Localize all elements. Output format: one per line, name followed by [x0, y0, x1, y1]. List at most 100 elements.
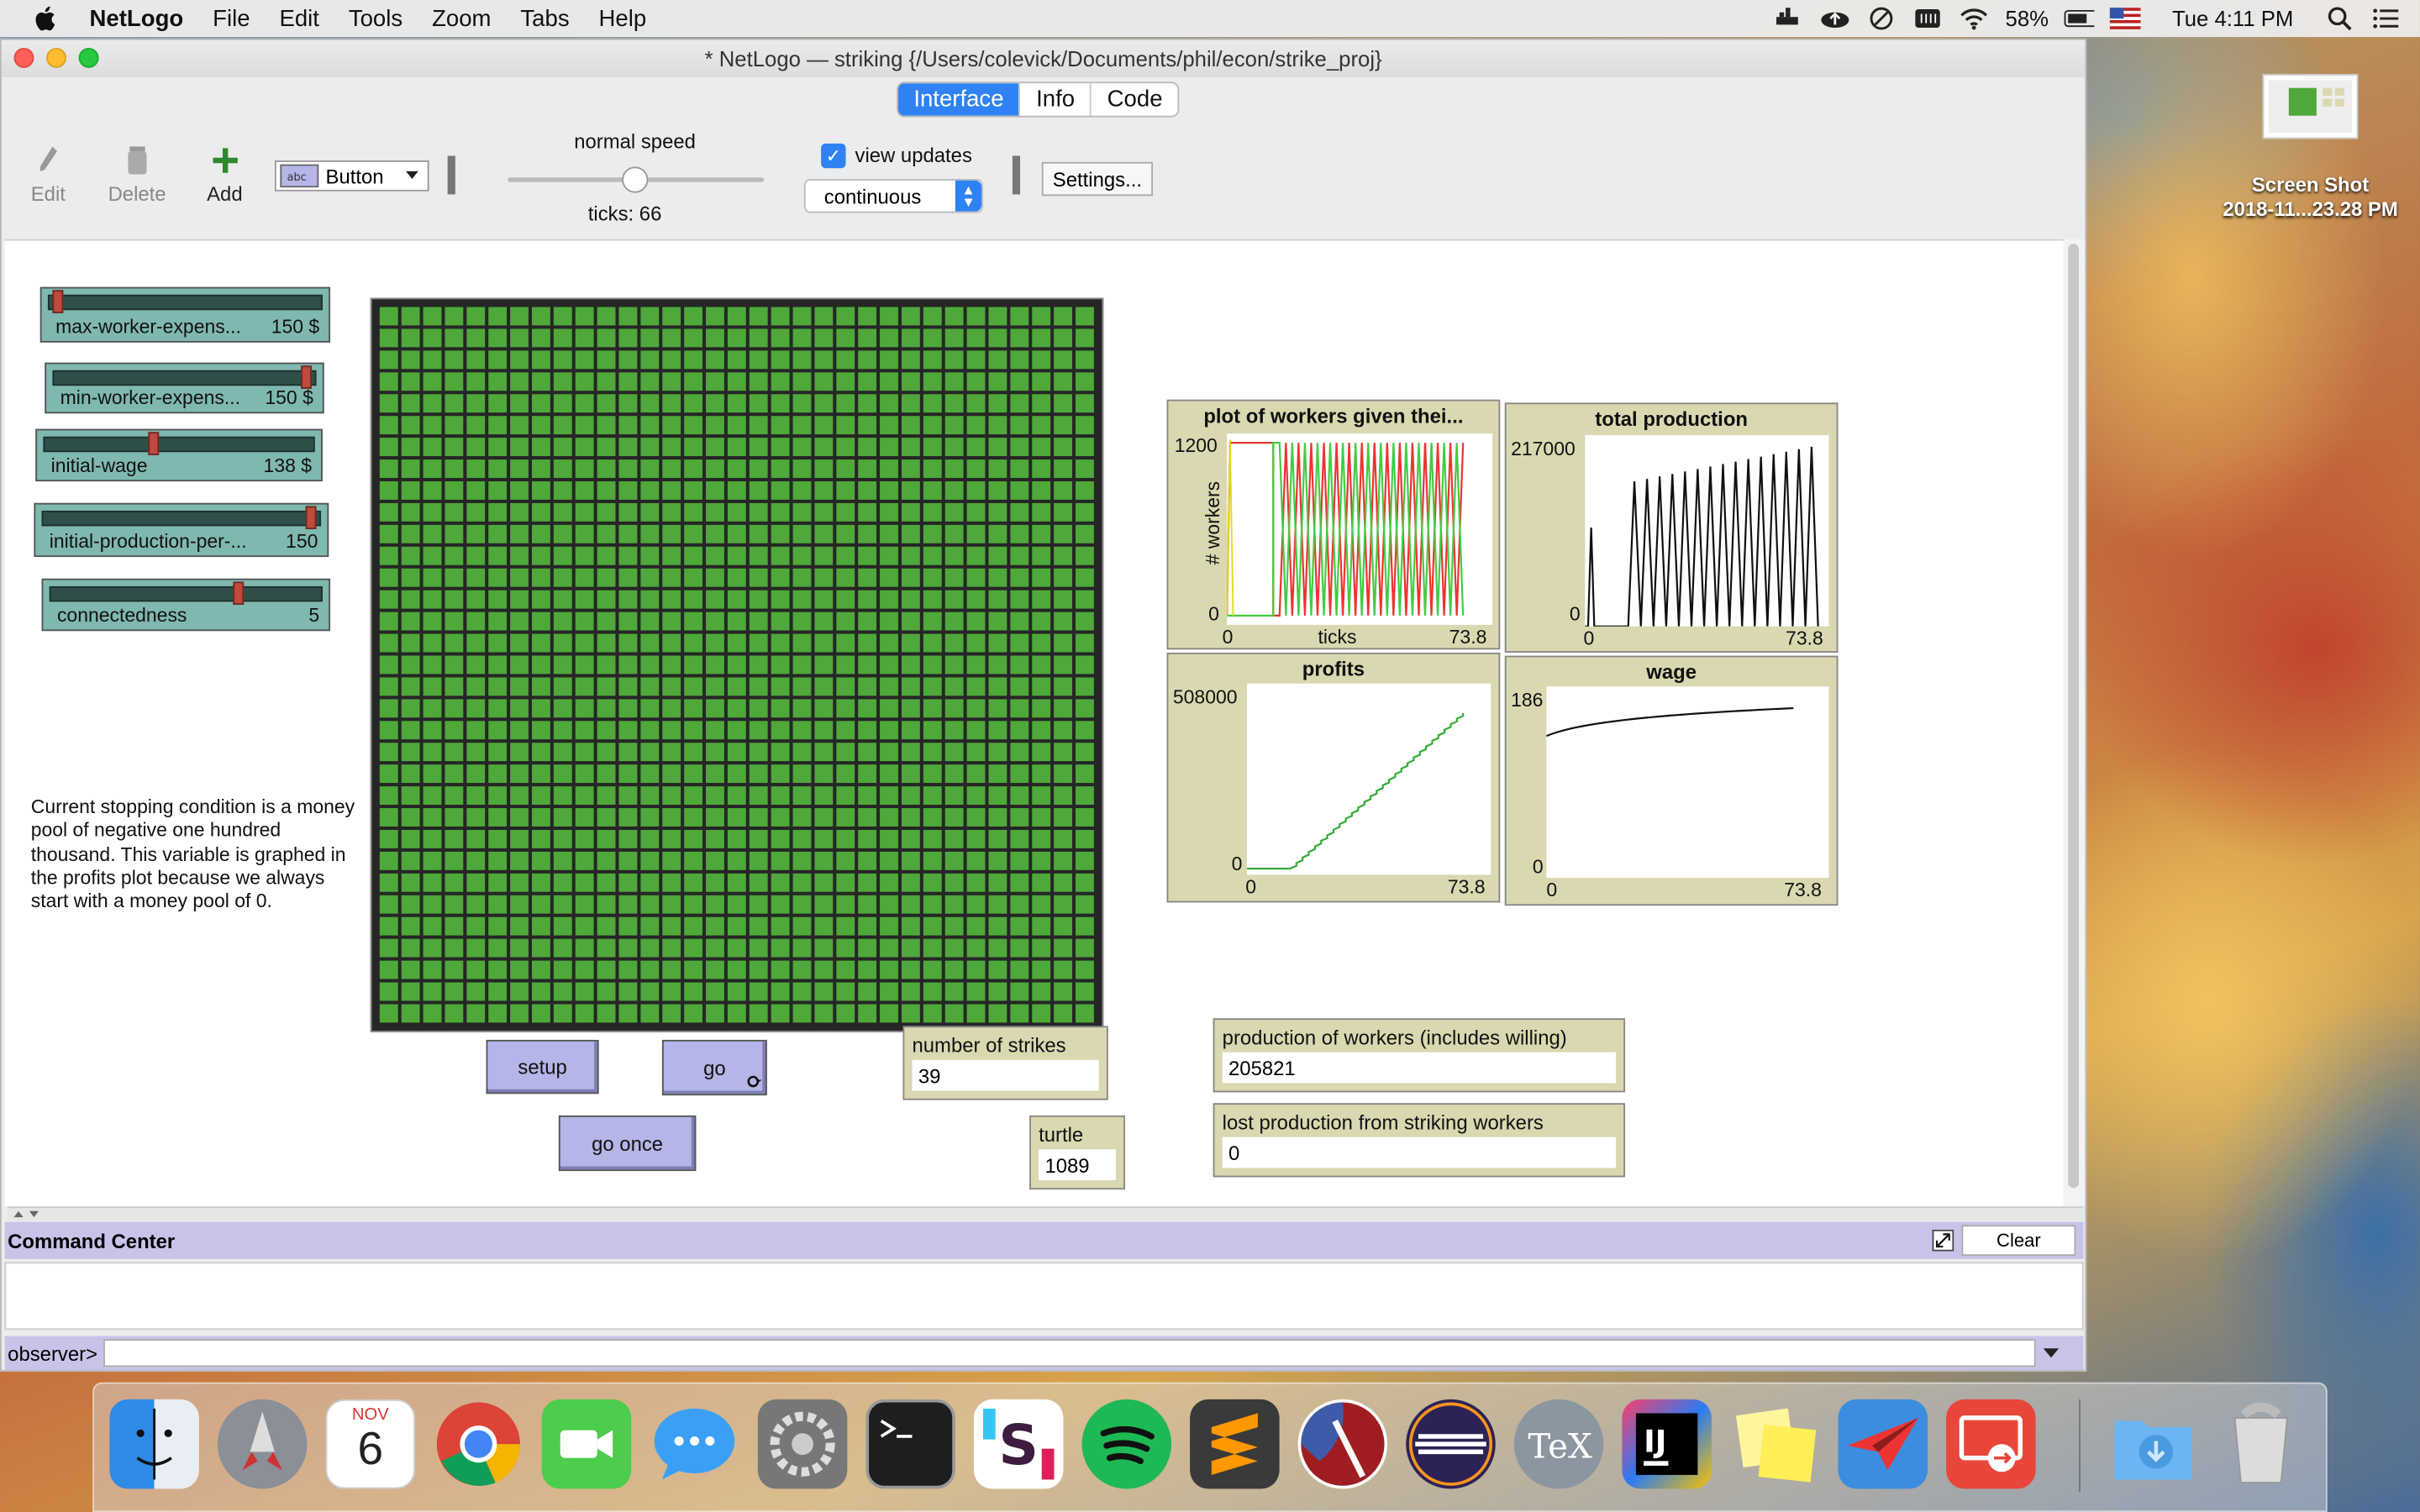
slider-knob[interactable]: [147, 432, 159, 455]
plot-workers[interactable]: plot of workers given thei... 1200 0 0 t…: [1166, 399, 1501, 650]
world-view[interactable]: [370, 297, 1104, 1032]
monitor-lost-production: lost production from striking workers 0: [1213, 1103, 1626, 1178]
tex-icon[interactable]: TeX: [1513, 1399, 1604, 1489]
slider-knob[interactable]: [304, 506, 316, 529]
downloads-folder-icon[interactable]: [2108, 1399, 2198, 1489]
clear-button[interactable]: Clear: [1961, 1225, 2076, 1257]
slider-knob[interactable]: [233, 581, 245, 605]
menu-tabs[interactable]: Tabs: [520, 5, 569, 31]
patch-grid: [379, 307, 1094, 1023]
ticks-counter: ticks: 66: [587, 202, 662, 226]
toolbar-separator: [447, 155, 455, 195]
view-updates-checkbox[interactable]: ✓: [821, 143, 846, 169]
slider-max-worker-expense[interactable]: max-worker-expens... 150 $: [39, 286, 331, 343]
close-window-button[interactable]: [13, 47, 34, 68]
messages-icon[interactable]: [650, 1399, 739, 1489]
launchpad-icon[interactable]: [217, 1399, 308, 1489]
calendar-icon[interactable]: NOV 6: [325, 1399, 416, 1489]
go-once-button[interactable]: go once: [558, 1115, 697, 1172]
pane-splitter[interactable]: [8, 1206, 2084, 1221]
screenshot-file-icon[interactable]: [2262, 74, 2359, 139]
trash-icon: [128, 146, 147, 175]
x-max-label: 73.8: [1447, 876, 1486, 898]
speed-label: normal speed: [574, 129, 696, 153]
history-dropdown-icon[interactable]: [2042, 1347, 2060, 1359]
wifi-icon[interactable]: [1959, 6, 1990, 30]
expand-icon[interactable]: [1932, 1229, 1954, 1252]
remote-desktop-icon[interactable]: [1946, 1399, 2036, 1489]
slider-knob[interactable]: [53, 290, 65, 313]
y-axis-label: # workers: [1202, 480, 1224, 565]
finder-icon[interactable]: [109, 1399, 199, 1489]
dock: NOV 6 S TeX IJ: [92, 1382, 2328, 1512]
chrome-icon[interactable]: [434, 1399, 523, 1489]
setup-button[interactable]: setup: [486, 1039, 599, 1095]
plot-total-production[interactable]: total production 217000 0 0 73.8: [1504, 402, 1839, 653]
go-button[interactable]: go: [661, 1039, 767, 1096]
racket-icon[interactable]: [1297, 1399, 1388, 1489]
vertical-scrollbar[interactable]: [2063, 239, 2086, 1207]
command-input[interactable]: [103, 1339, 2036, 1368]
system-preferences-icon[interactable]: [757, 1399, 848, 1489]
monitor-value: 1089: [1039, 1149, 1116, 1181]
forever-icon: [747, 1075, 761, 1088]
observer-prompt[interactable]: observer>: [8, 1341, 97, 1365]
window-titlebar[interactable]: * NetLogo — striking {/Users/colevick/Do…: [1, 39, 2086, 77]
paper-plane-icon[interactable]: [1838, 1399, 1928, 1489]
update-mode-select[interactable]: continuous ▲ ▼: [803, 179, 983, 213]
menu-zoom[interactable]: Zoom: [432, 5, 491, 31]
y-min-label: 0: [1569, 603, 1581, 625]
slider-connectedness[interactable]: connectedness 5: [41, 578, 331, 632]
y-min-label: 0: [1532, 856, 1544, 879]
slack-icon[interactable]: S: [973, 1399, 1064, 1489]
intellij-icon[interactable]: IJ: [1622, 1399, 1712, 1489]
menu-tools[interactable]: Tools: [349, 5, 402, 31]
monitor-value: 0: [1222, 1137, 1617, 1168]
screenshot-file-label[interactable]: Screen Shot 2018-11...23.28 PM: [2191, 173, 2420, 223]
sublime-text-icon[interactable]: [1190, 1399, 1280, 1489]
tab-code[interactable]: Code: [1090, 83, 1177, 116]
widget-type-select[interactable]: abc Button: [274, 160, 429, 192]
collapse-arrows-icon[interactable]: [11, 1208, 48, 1221]
slider-initial-wage[interactable]: initial-wage 138 $: [35, 428, 323, 482]
minimize-window-button[interactable]: [46, 47, 66, 68]
menu-help[interactable]: Help: [598, 5, 646, 31]
speed-slider-knob[interactable]: [622, 166, 649, 193]
menu-file[interactable]: File: [213, 5, 250, 31]
delete-button[interactable]: Delete: [108, 145, 166, 205]
command-center-header: Command Center: [4, 1221, 2084, 1259]
notification-center-icon[interactable]: [2370, 6, 2402, 30]
memory-icon[interactable]: [1912, 6, 1944, 30]
stickies-icon[interactable]: [1730, 1399, 1820, 1489]
slider-knob[interactable]: [300, 365, 312, 389]
tab-interface[interactable]: Interface: [897, 83, 1019, 116]
clock[interactable]: Tue 4:11 PM: [2172, 6, 2293, 30]
monitor-value: 205821: [1222, 1052, 1617, 1084]
battery-icon[interactable]: [2064, 6, 2096, 30]
apple-icon[interactable]: [31, 3, 62, 34]
eclipse-icon[interactable]: [1406, 1399, 1496, 1489]
monitor-production-of-workers: production of workers (includes willing)…: [1213, 1018, 1626, 1093]
cloud-upload-icon[interactable]: [1820, 6, 1851, 30]
scrollbar-thumb[interactable]: [2068, 244, 2080, 1189]
plot-wage[interactable]: wage 186 0 0 73.8: [1504, 655, 1839, 906]
spotify-icon[interactable]: [1081, 1399, 1172, 1489]
slider-initial-production[interactable]: initial-production-per-... 150: [34, 502, 329, 558]
zoom-window-button[interactable]: [78, 47, 99, 68]
settings-button[interactable]: Settings...: [1041, 161, 1154, 197]
slider-min-worker-expense[interactable]: min-worker-expens... 150 $: [45, 362, 324, 414]
menu-app-name[interactable]: NetLogo: [90, 5, 184, 31]
menu-edit[interactable]: Edit: [279, 5, 318, 31]
facetime-icon[interactable]: [541, 1399, 632, 1489]
terminal-icon[interactable]: [865, 1399, 955, 1489]
do-not-disturb-icon[interactable]: [1866, 6, 1897, 30]
plot-profits-line: [1247, 712, 1465, 870]
plot-profits[interactable]: profits 508000 0 0 73.8: [1166, 652, 1501, 903]
flag-icon[interactable]: [2110, 6, 2142, 30]
spotlight-search-icon[interactable]: [2324, 6, 2355, 31]
docker-icon[interactable]: [1774, 6, 1805, 30]
add-button[interactable]: Add: [207, 145, 243, 205]
edit-button[interactable]: Edit: [31, 145, 66, 205]
tab-info[interactable]: Info: [1018, 83, 1091, 116]
trash-icon[interactable]: [2217, 1399, 2307, 1489]
